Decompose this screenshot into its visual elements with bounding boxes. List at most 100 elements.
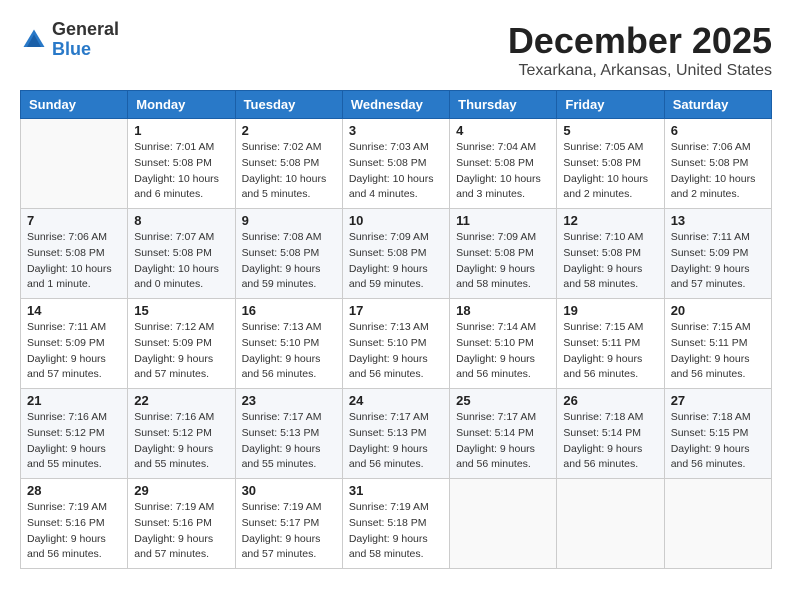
day-number: 21 [27, 393, 121, 408]
day-number: 15 [134, 303, 228, 318]
day-detail: Sunrise: 7:19 AMSunset: 5:18 PMDaylight:… [349, 500, 443, 563]
weekday-header: Friday [557, 91, 664, 119]
day-number: 8 [134, 213, 228, 228]
weekday-header: Thursday [450, 91, 557, 119]
calendar-cell: 18 Sunrise: 7:14 AMSunset: 5:10 PMDayligh… [450, 299, 557, 389]
day-number: 24 [349, 393, 443, 408]
calendar-cell: 11Sunrise: 7:09 AMSunset: 5:08 PMDayligh… [450, 209, 557, 299]
day-detail: Sunrise: 7:05 AMSunset: 5:08 PMDaylight:… [563, 140, 657, 203]
calendar-cell: 27 Sunrise: 7:18 AMSunset: 5:15 PMDayligh… [664, 389, 771, 479]
day-detail: Sunrise: 7:13 AMSunset: 5:10 PMDaylight:… [349, 320, 443, 383]
calendar-cell: 16 Sunrise: 7:13 AMSunset: 5:10 PMDayligh… [235, 299, 342, 389]
day-number: 3 [349, 123, 443, 138]
day-detail: Sunrise: 7:16 AMSunset: 5:12 PMDaylight:… [27, 410, 121, 473]
day-number: 20 [671, 303, 765, 318]
day-number: 14 [27, 303, 121, 318]
calendar-cell: 31Sunrise: 7:19 AMSunset: 5:18 PMDayligh… [342, 479, 449, 569]
calendar-cell: 23 Sunrise: 7:17 AMSunset: 5:13 PMDayligh… [235, 389, 342, 479]
weekday-header-row: SundayMondayTuesdayWednesdayThursdayFrid… [21, 91, 772, 119]
day-detail: Sunrise: 7:17 AMSunset: 5:14 PMDaylight:… [456, 410, 550, 473]
day-detail: Sunrise: 7:14 AMSunset: 5:10 PMDaylight:… [456, 320, 550, 383]
day-detail: Sunrise: 7:15 AMSunset: 5:11 PMDaylight:… [671, 320, 765, 383]
day-number: 7 [27, 213, 121, 228]
day-detail: Sunrise: 7:12 AMSunset: 5:09 PMDaylight:… [134, 320, 228, 383]
calendar-cell: 5 Sunrise: 7:05 AMSunset: 5:08 PMDaylight… [557, 119, 664, 209]
day-number: 5 [563, 123, 657, 138]
day-detail: Sunrise: 7:08 AMSunset: 5:08 PMDaylight:… [242, 230, 336, 293]
day-detail: Sunrise: 7:04 AMSunset: 5:08 PMDaylight:… [456, 140, 550, 203]
day-number: 30 [242, 483, 336, 498]
weekday-header: Saturday [664, 91, 771, 119]
day-detail: Sunrise: 7:01 AMSunset: 5:08 PMDaylight:… [134, 140, 228, 203]
location-title: Texarkana, Arkansas, United States [508, 62, 772, 80]
day-number: 25 [456, 393, 550, 408]
page-header: General Blue December 2025 Texarkana, Ar… [20, 20, 772, 80]
weekday-header: Tuesday [235, 91, 342, 119]
week-row: 14 Sunrise: 7:11 AMSunset: 5:09 PMDayligh… [21, 299, 772, 389]
day-number: 17 [349, 303, 443, 318]
calendar-cell [450, 479, 557, 569]
logo-text: General Blue [52, 20, 119, 60]
calendar-cell: 9 Sunrise: 7:08 AMSunset: 5:08 PMDaylight… [235, 209, 342, 299]
calendar-cell: 29Sunrise: 7:19 AMSunset: 5:16 PMDayligh… [128, 479, 235, 569]
calendar-cell: 20 Sunrise: 7:15 AMSunset: 5:11 PMDayligh… [664, 299, 771, 389]
logo: General Blue [20, 20, 119, 60]
calendar-cell: 24 Sunrise: 7:17 AMSunset: 5:13 PMDayligh… [342, 389, 449, 479]
calendar: SundayMondayTuesdayWednesdayThursdayFrid… [20, 90, 772, 569]
day-detail: Sunrise: 7:19 AMSunset: 5:17 PMDaylight:… [242, 500, 336, 563]
calendar-cell: 15 Sunrise: 7:12 AMSunset: 5:09 PMDayligh… [128, 299, 235, 389]
calendar-cell: 14 Sunrise: 7:11 AMSunset: 5:09 PMDayligh… [21, 299, 128, 389]
week-row: 7 Sunrise: 7:06 AMSunset: 5:08 PMDaylight… [21, 209, 772, 299]
calendar-cell: 3Sunrise: 7:03 AMSunset: 5:08 PMDaylight… [342, 119, 449, 209]
day-number: 26 [563, 393, 657, 408]
logo-blue: Blue [52, 40, 119, 60]
calendar-cell [664, 479, 771, 569]
day-detail: Sunrise: 7:11 AMSunset: 5:09 PMDaylight:… [27, 320, 121, 383]
day-detail: Sunrise: 7:16 AMSunset: 5:12 PMDaylight:… [134, 410, 228, 473]
calendar-cell: 13 Sunrise: 7:11 AMSunset: 5:09 PMDayligh… [664, 209, 771, 299]
weekday-header: Sunday [21, 91, 128, 119]
day-number: 10 [349, 213, 443, 228]
day-number: 1 [134, 123, 228, 138]
calendar-cell: 10 Sunrise: 7:09 AMSunset: 5:08 PMDayligh… [342, 209, 449, 299]
day-detail: Sunrise: 7:10 AMSunset: 5:08 PMDaylight:… [563, 230, 657, 293]
day-number: 28 [27, 483, 121, 498]
day-detail: Sunrise: 7:19 AMSunset: 5:16 PMDaylight:… [27, 500, 121, 563]
calendar-cell: 1 Sunrise: 7:01 AMSunset: 5:08 PMDaylight… [128, 119, 235, 209]
calendar-cell: 30 Sunrise: 7:19 AMSunset: 5:17 PMDayligh… [235, 479, 342, 569]
day-number: 19 [563, 303, 657, 318]
day-number: 9 [242, 213, 336, 228]
calendar-cell: 12 Sunrise: 7:10 AMSunset: 5:08 PMDayligh… [557, 209, 664, 299]
day-number: 13 [671, 213, 765, 228]
calendar-cell: 17 Sunrise: 7:13 AMSunset: 5:10 PMDayligh… [342, 299, 449, 389]
day-number: 18 [456, 303, 550, 318]
calendar-cell: 21 Sunrise: 7:16 AMSunset: 5:12 PMDayligh… [21, 389, 128, 479]
day-detail: Sunrise: 7:17 AMSunset: 5:13 PMDaylight:… [349, 410, 443, 473]
weekday-header: Monday [128, 91, 235, 119]
day-detail: Sunrise: 7:09 AMSunset: 5:08 PMDaylight:… [456, 230, 550, 293]
calendar-cell: 25 Sunrise: 7:17 AMSunset: 5:14 PMDayligh… [450, 389, 557, 479]
weekday-header: Wednesday [342, 91, 449, 119]
calendar-cell: 2Sunrise: 7:02 AMSunset: 5:08 PMDaylight… [235, 119, 342, 209]
day-detail: Sunrise: 7:06 AMSunset: 5:08 PMDaylight:… [671, 140, 765, 203]
month-title: December 2025 [508, 20, 772, 62]
day-detail: Sunrise: 7:19 AMSunset: 5:16 PMDaylight:… [134, 500, 228, 563]
calendar-cell [21, 119, 128, 209]
logo-icon [20, 26, 48, 54]
calendar-cell: 7 Sunrise: 7:06 AMSunset: 5:08 PMDaylight… [21, 209, 128, 299]
week-row: 21 Sunrise: 7:16 AMSunset: 5:12 PMDayligh… [21, 389, 772, 479]
day-number: 16 [242, 303, 336, 318]
day-detail: Sunrise: 7:13 AMSunset: 5:10 PMDaylight:… [242, 320, 336, 383]
day-number: 23 [242, 393, 336, 408]
day-detail: Sunrise: 7:09 AMSunset: 5:08 PMDaylight:… [349, 230, 443, 293]
day-detail: Sunrise: 7:11 AMSunset: 5:09 PMDaylight:… [671, 230, 765, 293]
day-detail: Sunrise: 7:18 AMSunset: 5:14 PMDaylight:… [563, 410, 657, 473]
title-area: December 2025 Texarkana, Arkansas, Unite… [508, 20, 772, 80]
day-number: 4 [456, 123, 550, 138]
week-row: 28 Sunrise: 7:19 AMSunset: 5:16 PMDayligh… [21, 479, 772, 569]
day-detail: Sunrise: 7:18 AMSunset: 5:15 PMDaylight:… [671, 410, 765, 473]
day-number: 27 [671, 393, 765, 408]
day-detail: Sunrise: 7:06 AMSunset: 5:08 PMDaylight:… [27, 230, 121, 293]
day-number: 12 [563, 213, 657, 228]
day-detail: Sunrise: 7:17 AMSunset: 5:13 PMDaylight:… [242, 410, 336, 473]
